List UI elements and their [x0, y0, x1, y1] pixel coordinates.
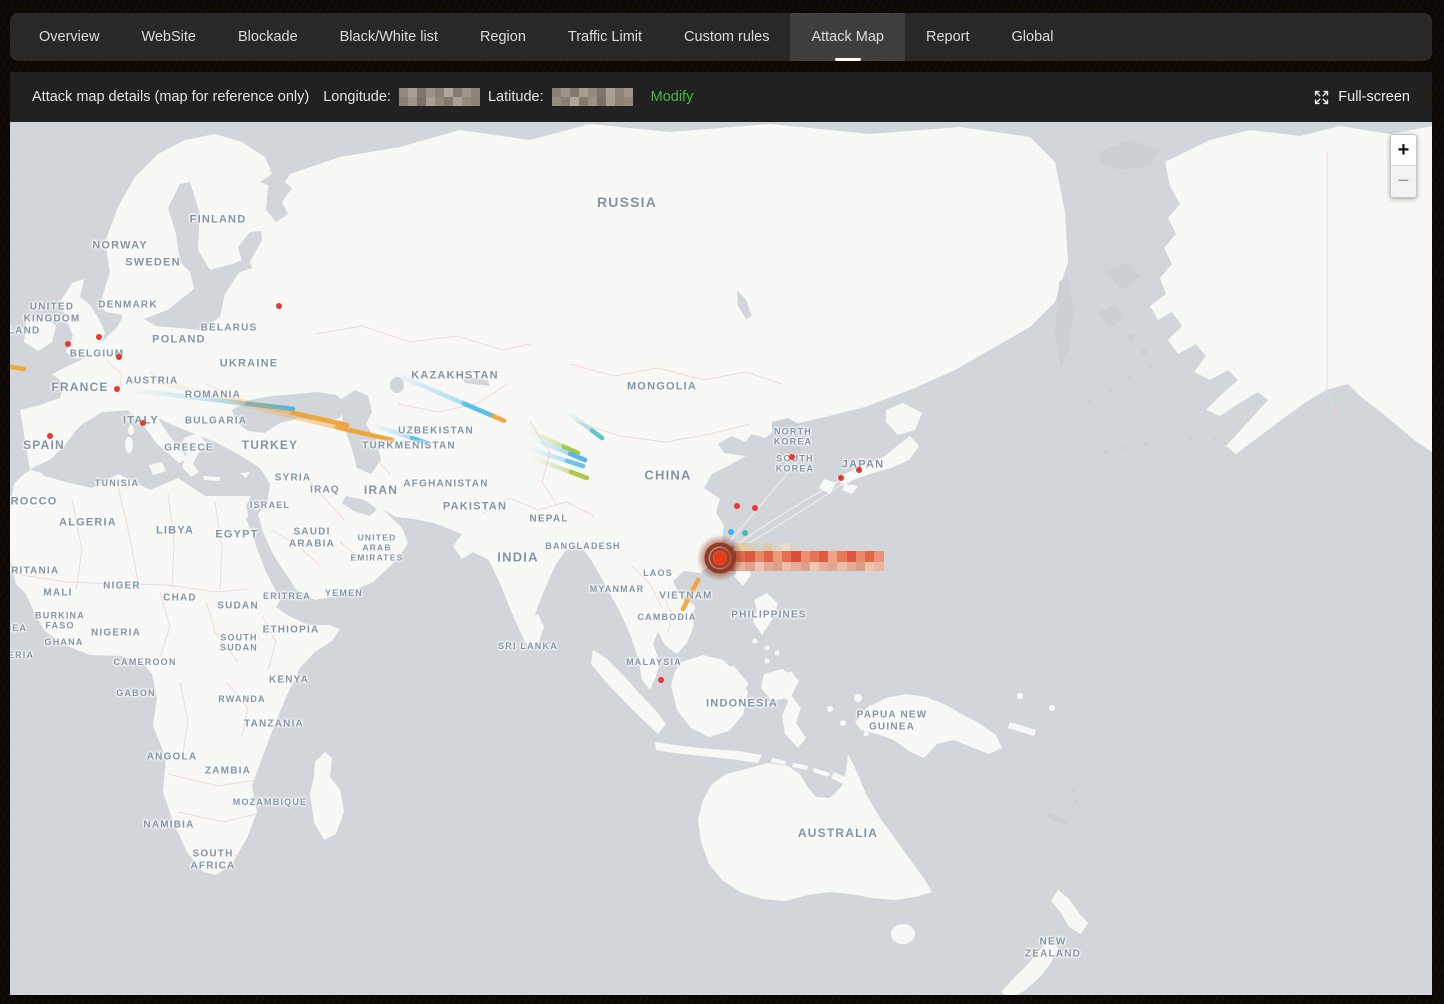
tab-traffic-limit[interactable]: Traffic Limit: [547, 13, 663, 61]
redacted-pixel: [444, 88, 453, 97]
redacted-pixel: [561, 97, 570, 106]
redacted-pixel: [462, 97, 471, 106]
redacted-pixel: [453, 88, 462, 97]
tab-label: Global: [1012, 29, 1054, 45]
redacted-pixel: [570, 88, 579, 97]
attack-source-dot: [728, 529, 734, 535]
attack-source-dot: [838, 475, 844, 481]
map-canvas[interactable]: RUSSIAFINLANDNORWAYSWEDENDENMARKUNITED K…: [10, 122, 1432, 995]
redacted-pixel: [417, 97, 426, 106]
tab-label: Traffic Limit: [568, 29, 642, 45]
longitude-label: Longitude:: [323, 89, 391, 105]
attack-source-dot: [789, 454, 795, 460]
tab-overview[interactable]: Overview: [18, 13, 120, 61]
tab-attack-map[interactable]: Attack Map: [790, 13, 905, 61]
redacted-pixel: [588, 88, 597, 97]
longitude-redacted-value: [399, 88, 480, 106]
fullscreen-label: Full-screen: [1338, 89, 1410, 105]
attack-map-page: Overview WebSite Blockade Black/White list R…: [0, 0, 1444, 1004]
redacted-pixel: [471, 97, 480, 106]
redacted-pixel: [579, 97, 588, 106]
attack-source-dot: [47, 433, 53, 439]
redacted-pixel: [408, 97, 417, 106]
tab-label: Overview: [39, 29, 99, 45]
tab-label: Custom rules: [684, 29, 769, 45]
active-tab-underline: [835, 58, 861, 61]
modify-button[interactable]: Modify: [651, 89, 694, 105]
attack-source-dot: [658, 677, 664, 683]
zoom-in-button[interactable]: +: [1391, 135, 1416, 166]
redacted-pixel: [570, 97, 579, 106]
tab-global[interactable]: Global: [991, 13, 1075, 61]
attack-source-dot: [742, 530, 748, 536]
attack-source-dot: [96, 334, 102, 340]
tab-blockade[interactable]: Blockade: [217, 13, 319, 61]
redacted-map-pixel: [790, 543, 800, 551]
redacted-pixel: [606, 88, 615, 97]
redacted-pixel: [606, 97, 615, 106]
attack-source-dot: [734, 503, 740, 509]
latitude-label: Latitude:: [488, 89, 544, 105]
redacted-pixel: [453, 97, 462, 106]
attack-source-dot: [752, 505, 758, 511]
tab-label: Blockade: [238, 29, 298, 45]
fullscreen-expand-icon: [1313, 89, 1330, 106]
redacted-pixel: [579, 88, 588, 97]
redacted-pixel: [624, 97, 633, 106]
redacted-pixel: [588, 97, 597, 106]
tab-region[interactable]: Region: [459, 13, 547, 61]
attack-streak: [11, 367, 24, 369]
nav-tabs: Overview WebSite Blockade Black/White list R…: [10, 13, 1432, 61]
redacted-pixel: [561, 88, 570, 97]
attack-source-dot: [276, 303, 282, 309]
redacted-pixel: [462, 88, 471, 97]
attack-source-dot: [116, 354, 122, 360]
fullscreen-button[interactable]: Full-screen: [1313, 89, 1410, 106]
tab-label: WebSite: [141, 29, 196, 45]
redacted-pixel: [552, 88, 561, 97]
redacted-pixel: [435, 88, 444, 97]
redacted-map-pixel: [874, 562, 884, 571]
page-title: Attack map details (map for reference on…: [32, 89, 309, 105]
attack-source-dot: [65, 341, 71, 347]
latitude-redacted-value: [552, 88, 633, 106]
attack-source-dot: [114, 386, 120, 392]
tab-label: Attack Map: [811, 29, 884, 45]
subheader-bar: Attack map details (map for reference on…: [10, 72, 1432, 122]
tab-label: Report: [926, 29, 970, 45]
tab-custom-rules[interactable]: Custom rules: [663, 13, 790, 61]
zoom-out-button[interactable]: −: [1391, 166, 1416, 197]
tab-label: Black/White list: [340, 29, 438, 45]
redacted-pixel: [399, 97, 408, 106]
redacted-pixel: [444, 97, 453, 106]
redacted-pixel: [408, 88, 417, 97]
redacted-pixel: [399, 88, 408, 97]
tab-report[interactable]: Report: [905, 13, 991, 61]
tab-label: Region: [480, 29, 526, 45]
redacted-pixel: [597, 88, 606, 97]
map-zoom-control: + −: [1390, 134, 1417, 198]
attack-source-dot: [140, 420, 146, 426]
redacted-pixel: [597, 97, 606, 106]
redacted-pixel: [615, 88, 624, 97]
redacted-pixel: [552, 97, 561, 106]
redacted-pixel: [426, 97, 435, 106]
redacted-pixel: [471, 88, 480, 97]
attack-source-dot: [856, 467, 862, 473]
tab-black-white-list[interactable]: Black/White list: [319, 13, 459, 61]
redacted-pixel: [417, 88, 426, 97]
redacted-pixel: [624, 88, 633, 97]
redacted-pixel: [426, 88, 435, 97]
redacted-pixel: [435, 97, 444, 106]
attack-target-marker: [714, 552, 727, 565]
redacted-pixel: [615, 97, 624, 106]
redacted-map-pixel: [874, 551, 884, 562]
tab-website[interactable]: WebSite: [120, 13, 217, 61]
